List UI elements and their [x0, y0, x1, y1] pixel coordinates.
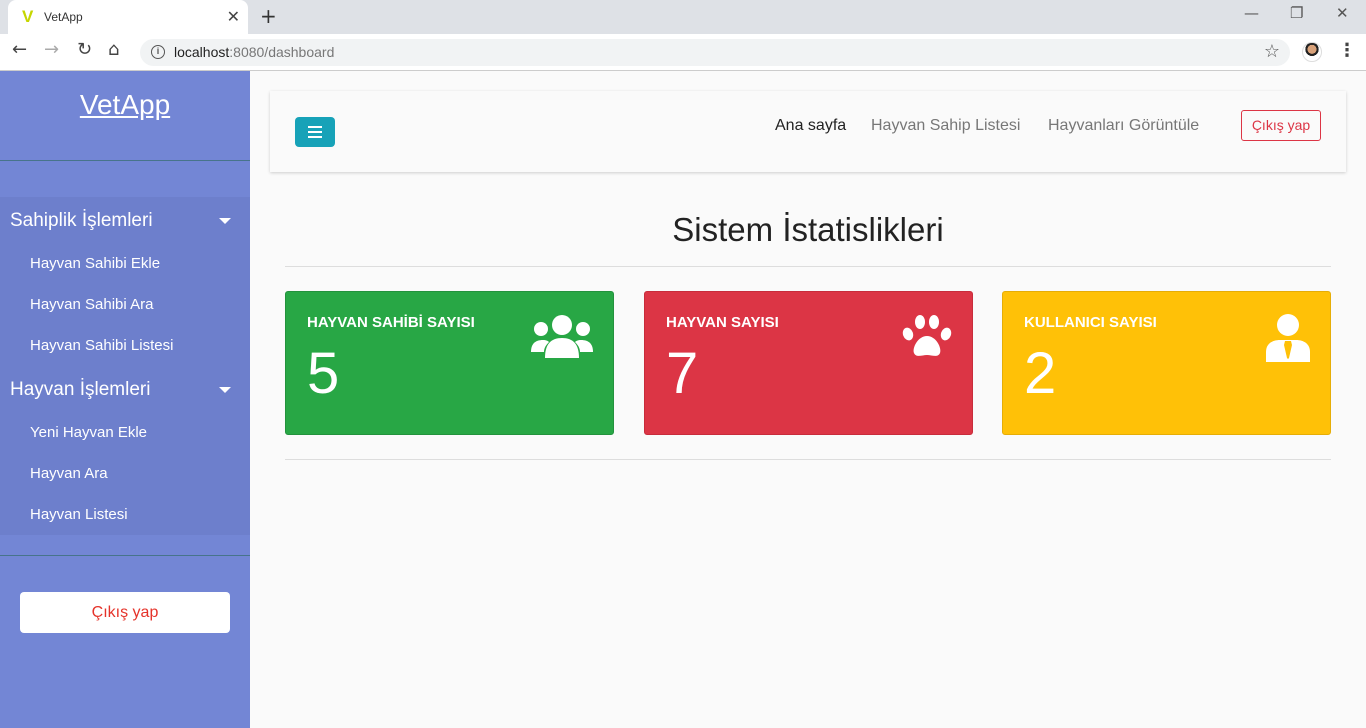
user-tie-icon: [1266, 314, 1310, 367]
browser-tab[interactable]: V VetApp ✕: [8, 0, 248, 34]
bookmark-star-icon[interactable]: ☆: [1264, 41, 1280, 62]
nav-link-hayvanlari-goruntule[interactable]: Hayvanları Görüntüle: [1048, 117, 1199, 135]
sidebar-logout-button[interactable]: Çıkış yap: [20, 592, 230, 633]
profile-avatar[interactable]: [1302, 42, 1322, 62]
content-divider: [285, 459, 1331, 460]
page-title: Sistem İstatislikleri: [672, 211, 944, 248]
new-tab-icon[interactable]: +: [260, 4, 277, 28]
stat-card-animals: HAYVAN SAYISI 7: [644, 291, 973, 435]
close-tab-icon[interactable]: ✕: [227, 7, 240, 26]
stat-card-value: 7: [666, 341, 699, 406]
stat-card-users: KULLANICI SAYISI 2: [1002, 291, 1331, 435]
stat-card-owners: HAYVAN SAHİBİ SAYISI 5: [285, 291, 614, 435]
chevron-down-icon[interactable]: [219, 387, 231, 393]
sidebar-divider: [0, 555, 250, 556]
sidebar-item-hayvan-sahibi-listesi[interactable]: Hayvan Sahibi Listesi: [30, 337, 173, 354]
sidebar-toggle-button[interactable]: [295, 117, 335, 147]
navbar-logout-button[interactable]: Çıkış yap: [1241, 110, 1321, 141]
stat-card-value: 5: [307, 341, 340, 406]
chevron-down-icon[interactable]: [219, 218, 231, 224]
sidebar-item-hayvan-sahibi-ekle[interactable]: Hayvan Sahibi Ekle: [30, 255, 160, 272]
hamburger-line: [308, 136, 322, 138]
top-navbar: Ana sayfa Hayvan Sahip Listesi Hayvanlar…: [270, 91, 1346, 172]
sidebar-item-hayvan-listesi[interactable]: Hayvan Listesi: [30, 506, 128, 523]
paw-icon: [902, 314, 952, 363]
browser-tab-bar: V VetApp ✕ + — ❐ ✕: [0, 0, 1366, 34]
info-icon[interactable]: i: [151, 45, 165, 59]
hamburger-line: [308, 131, 322, 133]
back-icon[interactable]: ←: [12, 39, 27, 60]
title-divider: [285, 266, 1331, 267]
stat-card-label: HAYVAN SAHİBİ SAYISI: [307, 314, 475, 331]
restore-icon[interactable]: ❐: [1290, 4, 1303, 22]
sidebar-menu: Sahiplik İşlemleri Hayvan Sahibi Ekle Ha…: [0, 197, 250, 535]
sidebar-item-hayvan-ara[interactable]: Hayvan Ara: [30, 465, 108, 482]
sidebar-item-hayvan-sahibi-ara[interactable]: Hayvan Sahibi Ara: [30, 296, 153, 313]
stat-card-label: KULLANICI SAYISI: [1024, 314, 1157, 331]
sidebar-item-yeni-hayvan-ekle[interactable]: Yeni Hayvan Ekle: [30, 424, 147, 441]
url-input[interactable]: i localhost:8080/dashboard ☆: [140, 39, 1290, 66]
nav-link-ana-sayfa[interactable]: Ana sayfa: [775, 117, 846, 135]
vetapp-favicon-icon: V: [22, 7, 34, 26]
sidebar-group-hayvan[interactable]: Hayvan İşlemleri: [10, 379, 150, 401]
tab-title: VetApp: [44, 10, 83, 24]
sidebar-divider: [0, 160, 250, 161]
sidebar: VetApp Sahiplik İşlemleri Hayvan Sahibi …: [0, 71, 250, 728]
users-icon: [531, 314, 593, 363]
sidebar-group-sahiplik[interactable]: Sahiplik İşlemleri: [10, 210, 153, 232]
menu-kebab-icon[interactable]: ⋮: [1338, 40, 1356, 61]
forward-icon[interactable]: →: [44, 39, 59, 60]
address-bar: ← → ↻ ⌂ i localhost:8080/dashboard ☆: [0, 34, 1366, 71]
home-icon[interactable]: ⌂: [108, 39, 119, 60]
minimize-icon[interactable]: —: [1244, 4, 1259, 22]
hamburger-line: [308, 126, 322, 128]
sidebar-brand[interactable]: VetApp: [0, 89, 250, 121]
stat-card-value: 2: [1024, 341, 1057, 406]
url-text: localhost:8080/dashboard: [174, 44, 335, 60]
stat-card-label: HAYVAN SAYISI: [666, 314, 779, 331]
window-close-icon[interactable]: ✕: [1336, 4, 1349, 22]
nav-link-hayvan-sahip-listesi[interactable]: Hayvan Sahip Listesi: [871, 117, 1020, 135]
reload-icon[interactable]: ↻: [77, 39, 92, 60]
